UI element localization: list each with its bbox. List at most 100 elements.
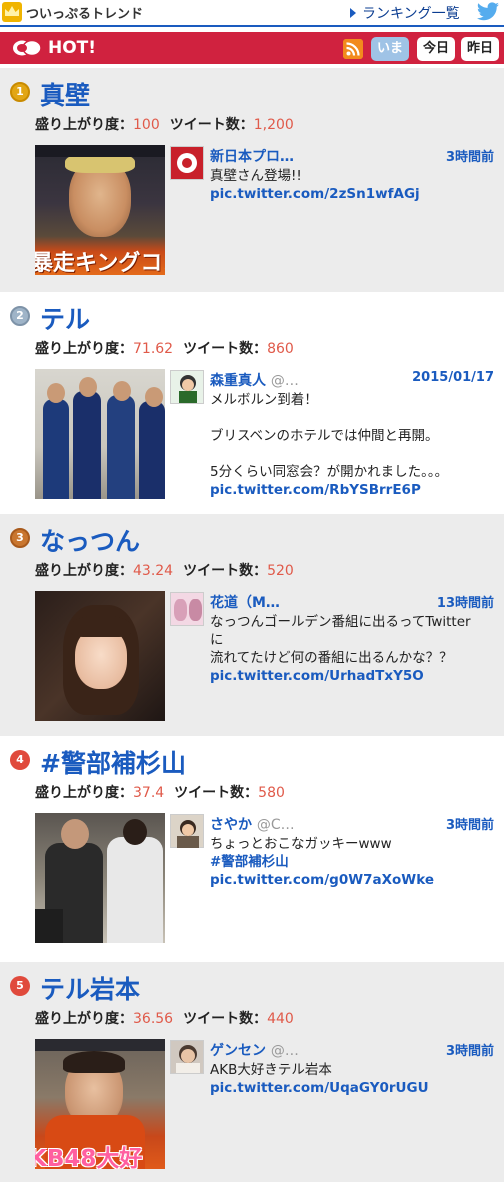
tweet-time[interactable]: 3時間前: [446, 146, 494, 165]
tweet-text-line: 真壁さん登場!!: [210, 168, 302, 184]
tweet-photo[interactable]: [35, 813, 165, 943]
photo-caption: 暴走キングコン: [35, 251, 165, 275]
trend-item: 4 #警部補杉山 盛り上がり度：37.4 ツイート数：580 さやか @C… 3時…: [0, 736, 504, 962]
tweet-user-handle: @…: [270, 373, 299, 389]
crown-logo-icon[interactable]: [2, 2, 22, 22]
rank-medal-icon: 4: [10, 750, 30, 770]
trend-item: 3 なっつん 盛り上がり度：43.24 ツイート数：520 花道（M… 13時間前…: [0, 514, 504, 736]
tweet-user-name[interactable]: ゲンセン @…: [210, 1040, 299, 1060]
hot-bar: HOT! いま 今日 昨日: [0, 32, 504, 64]
excitement-label: 盛り上がり度：: [35, 341, 133, 357]
tweet-count-label: ツイート数：: [174, 785, 259, 801]
tweet-body: ちょっとおこなガッキーwww #警部補杉山 pic.twitter.com/g0…: [210, 835, 500, 889]
trend-term-link[interactable]: テル: [40, 300, 90, 336]
tweet-pic-link[interactable]: pic.twitter.com/RbYSBrrE6P: [210, 481, 500, 499]
excitement-value: 37.4: [133, 785, 165, 801]
excitement-value: 100: [133, 117, 160, 133]
tweet-time[interactable]: 3時間前: [446, 814, 494, 833]
triangle-arrow-icon: [350, 8, 356, 18]
tweet-photo[interactable]: KB48大好: [35, 1039, 165, 1169]
trend-stats: 盛り上がり度：43.24 ツイート数：520: [35, 560, 294, 580]
tweet-pic-link[interactable]: pic.twitter.com/2zSn1wfAGj: [210, 185, 500, 203]
trend-term-link[interactable]: 真壁: [40, 76, 90, 112]
tweet-photo[interactable]: [35, 369, 165, 499]
trend-term-link[interactable]: #警部補杉山: [40, 744, 186, 780]
user-avatar[interactable]: [170, 592, 204, 626]
tweet-text-line: [210, 409, 500, 427]
tweet-body: メルボルン到着！ ブリスベンのホテルでは仲間と再開。 5分くらい同窓会？が開かれ…: [210, 391, 500, 499]
excitement-value: 71.62: [133, 341, 174, 357]
excitement-label: 盛り上がり度：: [35, 563, 133, 579]
user-avatar[interactable]: [170, 814, 204, 848]
speech-bubble-icon: [13, 39, 42, 57]
user-avatar[interactable]: [170, 146, 204, 180]
tweet-count-label: ツイート数：: [183, 1011, 268, 1027]
trend-stats: 盛り上がり度：100 ツイート数：1,200: [35, 114, 294, 134]
tweet-text-line: ちょっとおこなガッキーwww: [210, 836, 392, 852]
trend-term-link[interactable]: テル岩本: [40, 970, 140, 1006]
rank-medal-icon: 3: [10, 528, 30, 548]
user-avatar[interactable]: [170, 1040, 204, 1074]
trend-term-link[interactable]: なっつん: [40, 522, 140, 558]
tweet-text-line: なっつんゴールデン番組に出るってTwitter: [210, 614, 471, 630]
tweet-user-name[interactable]: 花道（M…: [210, 592, 280, 612]
trend-item: 5 テル岩本 盛り上がり度：36.56 ツイート数：440 KB48大好 ゲンセン…: [0, 962, 504, 1182]
tweet-body: 真壁さん登場!! pic.twitter.com/2zSn1wfAGj: [210, 167, 500, 203]
excitement-value: 36.56: [133, 1011, 174, 1027]
tweet-body: なっつんゴールデン番組に出るってTwitter に 流れてたけど何の番組に出るん…: [210, 613, 500, 685]
tweet-pic-link[interactable]: pic.twitter.com/UqaGY0rUGU: [210, 1079, 500, 1097]
excitement-label: 盛り上がり度：: [35, 785, 133, 801]
tweet-pic-link[interactable]: pic.twitter.com/g0W7aXoWke: [210, 871, 500, 889]
ranking-list-link[interactable]: ランキング一覧: [362, 3, 460, 23]
tweet-user-name[interactable]: さやか @C…: [210, 814, 295, 834]
twitter-bird-icon[interactable]: [476, 2, 500, 22]
trend-item: 2 テル 盛り上がり度：71.62 ツイート数：860 森重真人 @… 2015/…: [0, 292, 504, 514]
tweet-count-value: 860: [267, 341, 294, 357]
tab-today[interactable]: 今日: [417, 37, 455, 61]
tweet-photo[interactable]: 暴走キングコン: [35, 145, 165, 275]
tweet-text-line: ブリスベンのホテルでは仲間と再開。: [210, 428, 439, 444]
excitement-label: 盛り上がり度：: [35, 1011, 133, 1027]
tweet-count-value: 580: [258, 785, 285, 801]
trend-item: 1 真壁 盛り上がり度：100 ツイート数：1,200 暴走キングコン 新日本プロ…: [0, 68, 504, 292]
tweet-text-line: 5分くらい同窓会？が開かれました。。。: [210, 464, 449, 480]
tweet-user-name[interactable]: 新日本プロ…: [210, 146, 294, 166]
top-bar: ついっぷるトレンド ランキング一覧: [0, 0, 504, 26]
user-avatar[interactable]: [170, 370, 204, 404]
tweet-count-value: 1,200: [253, 117, 294, 133]
tweet-time[interactable]: 3時間前: [446, 1040, 494, 1059]
tweet-count-label: ツイート数：: [169, 117, 254, 133]
rank-medal-icon: 5: [10, 976, 30, 996]
tweet-user-handle: @C…: [256, 817, 295, 833]
tweet-count-value: 520: [267, 563, 294, 579]
tab-yesterday[interactable]: 昨日: [461, 37, 499, 61]
tab-now[interactable]: いま: [371, 37, 409, 61]
tweet-user-handle: @…: [270, 1043, 299, 1059]
trend-stats: 盛り上がり度：71.62 ツイート数：860: [35, 338, 294, 358]
tweet-pic-link[interactable]: pic.twitter.com/UrhadTxY5O: [210, 667, 500, 685]
excitement-value: 43.24: [133, 563, 174, 579]
rank-medal-icon: 1: [10, 82, 30, 102]
tweet-text-line: メルボルン到着！: [210, 392, 318, 408]
tweet-count-value: 440: [267, 1011, 294, 1027]
tweet-text-line: に: [210, 632, 224, 648]
tweet-hashtag-link[interactable]: #警部補杉山: [210, 853, 500, 871]
tweet-time[interactable]: 2015/01/17: [412, 370, 494, 385]
tweet-user-name[interactable]: 森重真人 @…: [210, 370, 299, 390]
header-divider: [0, 25, 504, 27]
rank-medal-icon: 2: [10, 306, 30, 326]
tweet-body: AKB大好きテル岩本 pic.twitter.com/UqaGY0rUGU: [210, 1061, 500, 1097]
trend-stats: 盛り上がり度：37.4 ツイート数：580: [35, 782, 285, 802]
tweet-count-label: ツイート数：: [183, 563, 268, 579]
photo-caption: KB48大好: [35, 1146, 143, 1169]
tweet-photo[interactable]: [35, 591, 165, 721]
tweet-time[interactable]: 13時間前: [437, 592, 494, 611]
tweet-text-line: 流れてたけど何の番組に出るんかな？？: [210, 650, 453, 666]
tweet-text-line: [210, 445, 500, 463]
rss-feed-icon[interactable]: [343, 39, 363, 59]
site-logo-text[interactable]: ついっぷるトレンド: [26, 3, 143, 22]
tweet-text-line: AKB大好きテル岩本: [210, 1062, 332, 1078]
tweet-count-label: ツイート数：: [183, 341, 268, 357]
trend-stats: 盛り上がり度：36.56 ツイート数：440: [35, 1008, 294, 1028]
excitement-label: 盛り上がり度：: [35, 117, 133, 133]
